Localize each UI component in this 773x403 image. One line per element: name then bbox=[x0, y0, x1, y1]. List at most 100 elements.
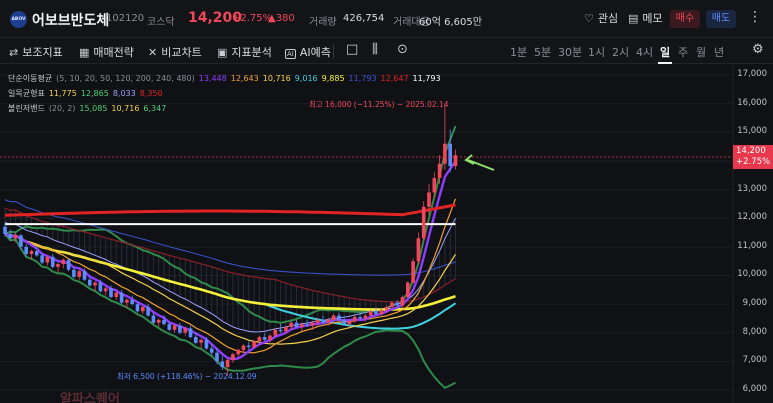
period-day[interactable]: 일 bbox=[657, 44, 673, 64]
ma-value-2: 10,716 bbox=[262, 74, 291, 83]
period-year[interactable]: 년 bbox=[714, 44, 724, 60]
period-1h[interactable]: 1시 bbox=[588, 44, 605, 60]
y-tick-label: 9,000 bbox=[742, 298, 767, 309]
candle-body bbox=[284, 327, 288, 332]
settings-gear-icon[interactable]: ⚙ bbox=[752, 42, 764, 57]
candle-body bbox=[178, 325, 182, 333]
candle-body bbox=[395, 302, 399, 306]
period-week[interactable]: 주 bbox=[678, 44, 688, 60]
candle-body bbox=[188, 328, 193, 338]
y-tick-label: 6,000 bbox=[742, 384, 767, 394]
candle-body bbox=[236, 349, 240, 355]
ichimoku-legend-name: 일목균형표 bbox=[8, 89, 45, 98]
ma-value-4: 9,885 bbox=[321, 74, 345, 83]
y-tick-label: 17,000 bbox=[737, 69, 767, 79]
stock-name[interactable]: 어보브반도체 bbox=[32, 10, 109, 30]
indicators-button[interactable]: ⇄ 보조지표 bbox=[9, 44, 63, 60]
period-2h[interactable]: 2시 bbox=[612, 44, 629, 60]
candle-body bbox=[374, 311, 378, 315]
ma-value-3: 9,016 bbox=[294, 74, 318, 83]
bollinger-legend-params: (20, 2) bbox=[48, 104, 76, 113]
ichimoku-legend-values: 11,775 12,865 8,033 8,350 bbox=[49, 89, 167, 98]
volume-label: 거래량 bbox=[309, 17, 337, 28]
heart-icon: ♡ bbox=[584, 12, 594, 25]
ma-value-7: 11,793 bbox=[412, 74, 441, 83]
memo-icon: ▤ bbox=[628, 12, 639, 25]
candle-body bbox=[443, 143, 447, 164]
candle-body bbox=[421, 206, 426, 239]
candle-body bbox=[437, 163, 442, 179]
camera-icon[interactable]: ⊙ bbox=[397, 42, 408, 57]
candle-body bbox=[183, 328, 187, 333]
candle-body bbox=[411, 261, 415, 283]
candle-body bbox=[326, 319, 331, 323]
candle-body bbox=[162, 319, 166, 325]
candle-body bbox=[432, 178, 437, 193]
watchlist-button[interactable]: ♡ 관심 bbox=[584, 10, 618, 26]
candle-body bbox=[29, 251, 34, 254]
candle-body bbox=[262, 337, 267, 340]
ai-predict-button[interactable]: AI AI예측 bbox=[285, 44, 331, 60]
candle-body bbox=[220, 361, 225, 368]
candle-body bbox=[379, 309, 384, 315]
candle-body bbox=[82, 271, 87, 280]
market-label: 코스닥 bbox=[147, 17, 175, 28]
period-4h[interactable]: 4시 bbox=[636, 44, 653, 60]
sell-button[interactable]: 매도 bbox=[706, 10, 736, 28]
ma-value-5: 11,793 bbox=[348, 74, 377, 83]
candle-body bbox=[448, 143, 452, 167]
buy-button[interactable]: 매수 bbox=[670, 10, 700, 28]
indicators-icon: ⇄ bbox=[9, 46, 19, 59]
compare-label: 비교차트 bbox=[161, 46, 202, 59]
period-month[interactable]: 월 bbox=[696, 44, 706, 60]
chart-background bbox=[0, 64, 773, 403]
candle-body bbox=[156, 319, 161, 323]
candle-body bbox=[300, 324, 304, 327]
candle-body bbox=[103, 288, 108, 292]
candle-type-icon[interactable]: ⫼ bbox=[372, 42, 378, 57]
amount-value: 60억 6,605만 bbox=[419, 17, 482, 28]
candle-body bbox=[130, 299, 134, 305]
memo-button[interactable]: ▤ 메모 bbox=[628, 10, 663, 26]
candle-body bbox=[278, 329, 283, 332]
strategy-button[interactable]: ▦ 매매전략 bbox=[79, 44, 134, 60]
compare-button[interactable]: ✕ 비교차트 bbox=[148, 44, 202, 60]
candle-body bbox=[368, 311, 373, 316]
y-tick-label: 10,000 bbox=[737, 269, 767, 280]
watchlist-label: 관심 bbox=[597, 12, 619, 25]
high-annotation: 최고 16,000 (−11.25%) − 2025.02.14 bbox=[309, 100, 449, 109]
square-icon[interactable]: □ bbox=[346, 42, 358, 57]
chart-toolbar: ⇄ 보조지표 ▦ 매매전략 ✕ 비교차트 ▣ 지표분석 AI AI예측 □ ⫼ ⊙ 1분 … bbox=[0, 38, 773, 64]
shuffle-icon: ✕ bbox=[148, 46, 158, 59]
candle-body bbox=[321, 319, 325, 323]
candle-body bbox=[406, 282, 410, 297]
ma-legend[interactable]: 단순이동평균 (5, 10, 20, 50, 120, 200, 240, 480… bbox=[8, 73, 449, 84]
ichimoku-legend[interactable]: 일목균형표 11,775 12,865 8,033 8,350 bbox=[8, 88, 171, 99]
candle-body bbox=[114, 292, 119, 297]
period-5min[interactable]: 5분 bbox=[534, 44, 551, 60]
candle-body bbox=[199, 339, 203, 343]
current-price-tag: 14,200 +2.75% bbox=[733, 145, 773, 169]
price-chart[interactable] bbox=[0, 64, 773, 403]
pattern-button[interactable]: ▣ 지표분석 bbox=[217, 44, 272, 60]
bollinger-value-0: 15,085 bbox=[79, 104, 108, 113]
ichimoku-value-1: 12,865 bbox=[80, 89, 109, 98]
y-tick-label: 15,000 bbox=[737, 126, 767, 137]
stock-header: ABOV 어보브반도체 102120 코스닥 14,200 +2.75% ▲38… bbox=[0, 0, 773, 38]
candle-body bbox=[294, 322, 299, 327]
candle-body bbox=[35, 251, 39, 256]
period-30min[interactable]: 30분 bbox=[558, 44, 582, 60]
candle-body bbox=[61, 259, 66, 264]
y-tick-label: 16,000 bbox=[737, 97, 767, 108]
low-annotation: 최저 6,500 (+118.46%) − 2024.12.09 bbox=[117, 372, 257, 381]
period-1min[interactable]: 1분 bbox=[510, 44, 527, 60]
y-tick-label: 7,000 bbox=[742, 355, 767, 366]
candle-body bbox=[19, 235, 23, 247]
ma-value-0: 13,448 bbox=[198, 74, 227, 83]
bollinger-legend[interactable]: 볼린저밴드 (20, 2) 15,085 10,716 6,347 bbox=[8, 103, 174, 114]
candle-body bbox=[72, 269, 76, 277]
candle-body bbox=[390, 302, 394, 307]
ma-value-6: 12,647 bbox=[380, 74, 409, 83]
candle-body bbox=[167, 324, 172, 330]
more-menu-icon[interactable]: ⋮ bbox=[748, 9, 762, 25]
